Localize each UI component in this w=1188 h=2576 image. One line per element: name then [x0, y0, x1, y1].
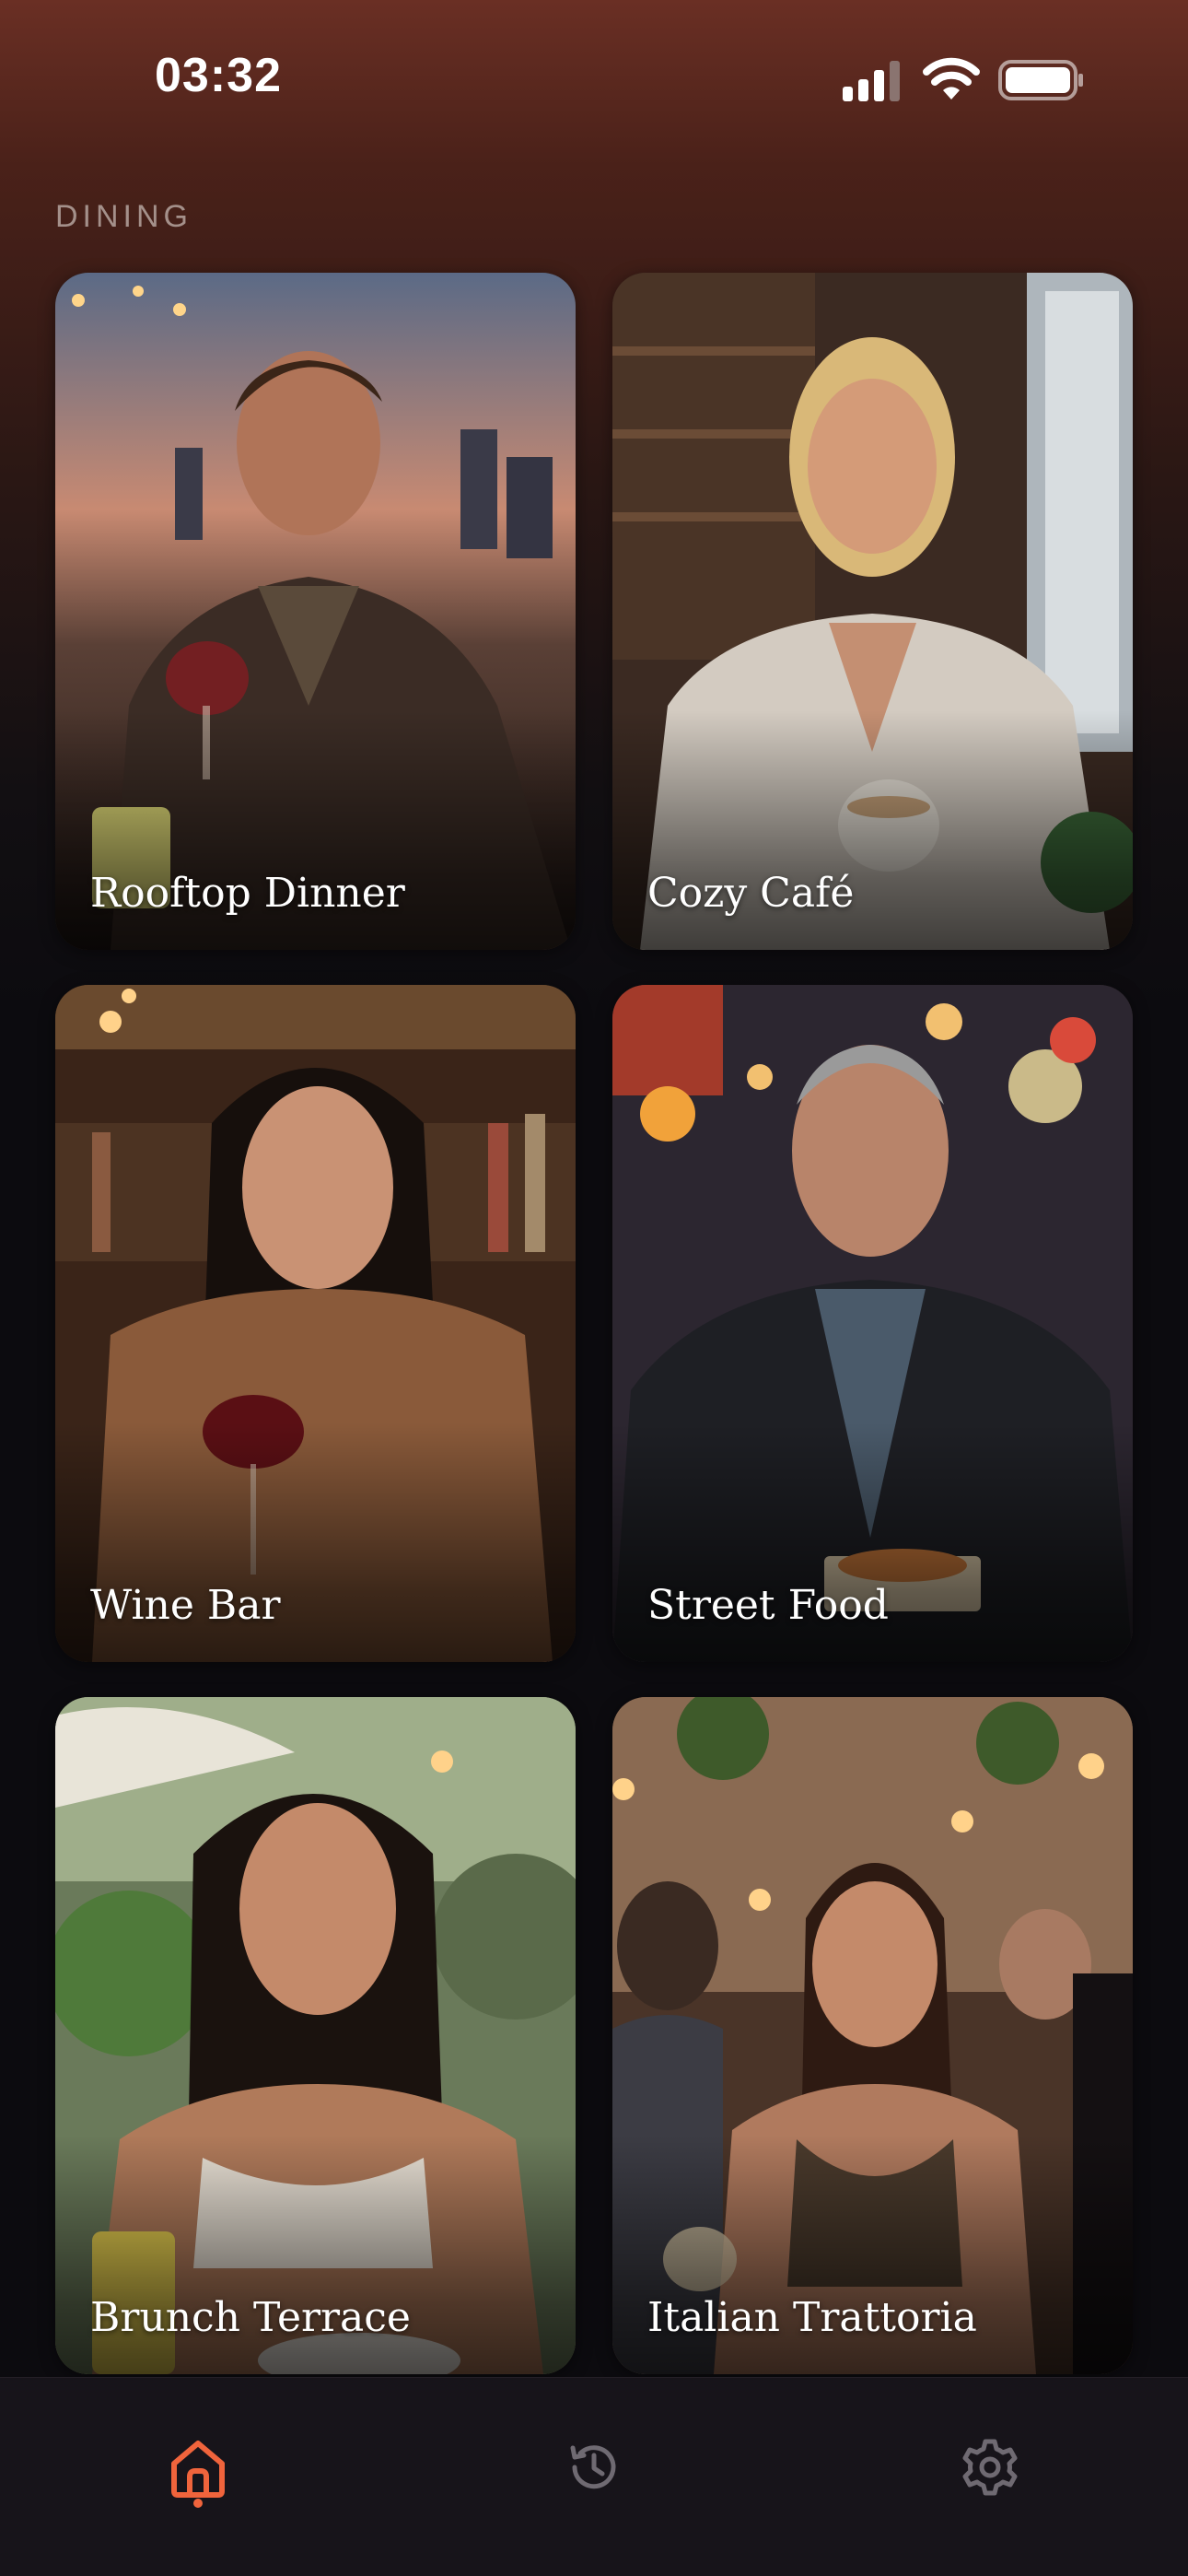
battery-icon: [998, 60, 1083, 100]
status-time: 03:32: [155, 49, 282, 102]
gear-icon: [962, 2439, 1018, 2496]
active-tab-indicator: [193, 2499, 203, 2508]
card-title: Cozy Café: [647, 870, 855, 917]
tab-settings[interactable]: [949, 2426, 1031, 2509]
card-title: Wine Bar: [90, 1582, 281, 1629]
section-label: DINING: [55, 199, 192, 234]
cellular-signal-icon: [843, 61, 900, 101]
card-title: Italian Trattoria: [647, 2294, 977, 2341]
card-italian-trattoria[interactable]: Italian Trattoria: [612, 1697, 1133, 2374]
status-bar: 03:32: [0, 0, 1188, 157]
card-rooftop-dinner[interactable]: Rooftop Dinner: [55, 273, 576, 950]
card-title: Brunch Terrace: [90, 2294, 411, 2341]
card-cozy-cafe[interactable]: Cozy Café: [612, 273, 1133, 950]
home-icon: [171, 2441, 225, 2498]
dining-grid: Rooftop Dinner Cozy Café Wine Bar Street…: [55, 273, 1133, 2374]
card-brunch-terrace[interactable]: Brunch Terrace: [55, 1697, 576, 2374]
card-wine-bar[interactable]: Wine Bar: [55, 985, 576, 1662]
tab-bar: [0, 2377, 1188, 2576]
card-title: Street Food: [647, 1582, 889, 1629]
tab-history[interactable]: [553, 2426, 635, 2509]
history-icon: [570, 2445, 616, 2489]
wifi-icon: [923, 57, 980, 100]
card-title: Rooftop Dinner: [90, 870, 405, 917]
screen: 03:32 DINING Rooftop Dinner Cozy Café Wi…: [0, 0, 1188, 2576]
card-street-food[interactable]: Street Food: [612, 985, 1133, 1662]
tab-home[interactable]: [157, 2426, 239, 2509]
